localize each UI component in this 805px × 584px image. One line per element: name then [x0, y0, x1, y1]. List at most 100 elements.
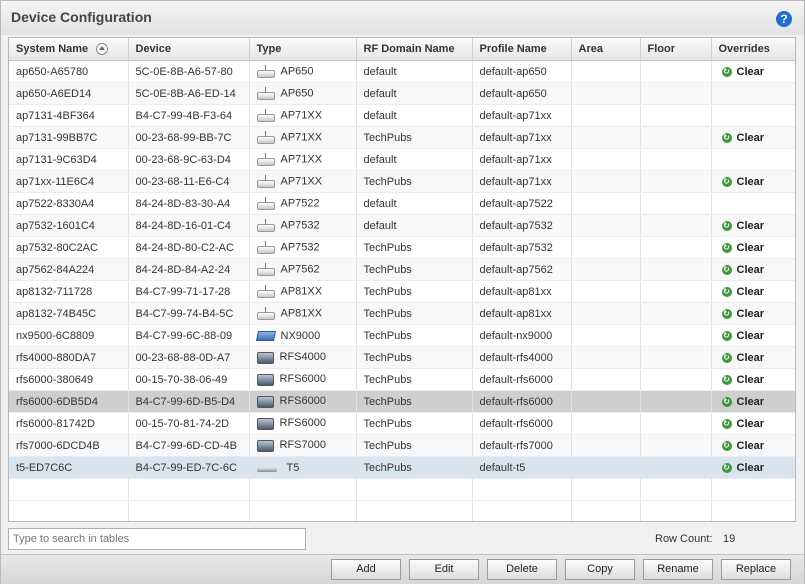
- column-header-profile-name[interactable]: Profile Name: [472, 38, 572, 61]
- cell-floor: [640, 170, 712, 193]
- clear-overrides-button[interactable]: ↻ Clear: [721, 220, 764, 232]
- table-row[interactable]: ap7532-80C2AC 84-24-8D-80-C2-AC AP7532 Tech…: [9, 236, 795, 259]
- clear-overrides-button[interactable]: ↻ Clear: [721, 132, 764, 144]
- column-header-rf-domain-name[interactable]: RF Domain Name: [356, 38, 473, 61]
- ap-icon: [256, 307, 275, 320]
- cell-area: [571, 302, 641, 325]
- clear-overrides-button[interactable]: ↻ Clear: [721, 308, 764, 320]
- page-title: Device Configuration: [11, 9, 152, 25]
- refresh-icon: ↻: [721, 331, 732, 341]
- edit-button[interactable]: Edit: [409, 559, 479, 580]
- add-button[interactable]: Add: [331, 559, 401, 580]
- cell-floor: [640, 324, 712, 347]
- table-row[interactable]: rfs4000-880DA7 00-23-68-88-0D-A7 RFS4000 Te…: [9, 346, 795, 369]
- search-input[interactable]: [8, 528, 306, 550]
- help-icon[interactable]: ?: [776, 11, 792, 27]
- table-row[interactable]: ap650-A6ED14 5C-0E-8B-A6-ED-14 AP650 defaul…: [9, 82, 795, 105]
- cell-type: RFS6000: [249, 368, 357, 391]
- clear-overrides-button[interactable]: ↻ Clear: [721, 418, 764, 430]
- empty-row: [9, 478, 795, 501]
- cell-device: B4-C7-99-4B-F3-64: [128, 104, 250, 127]
- table-row[interactable]: ap71xx-11E6C4 00-23-68-11-E6-C4 AP71XX Tech…: [9, 170, 795, 193]
- cell-overrides: ↻ Clear: [711, 214, 795, 237]
- clear-overrides-button[interactable]: ↻ Clear: [721, 264, 764, 276]
- ap-icon: [256, 219, 275, 232]
- cell-profile: default-nx9000: [472, 324, 572, 347]
- cell-type: AP7562: [249, 258, 357, 281]
- cell-rf-domain: TechPubs: [356, 126, 473, 149]
- cell-profile: default-ap7532: [472, 214, 572, 237]
- sort-ascending-icon[interactable]: [96, 43, 109, 56]
- column-header-overrides[interactable]: Overrides: [711, 38, 795, 61]
- clear-overrides-button[interactable]: ↻ Clear: [721, 462, 764, 474]
- nx-icon: [255, 330, 276, 341]
- cell-floor: [640, 258, 712, 281]
- cell-device: B4-C7-99-6C-88-09: [128, 324, 250, 347]
- cell-overrides: ↻ Clear: [711, 324, 795, 347]
- cell-floor: [640, 104, 712, 127]
- cell-area: [571, 214, 641, 237]
- cell-profile: default-ap71xx: [472, 170, 572, 193]
- table-row[interactable]: ap7532-1601C4 84-24-8D-16-01-C4 AP7532 defa…: [9, 214, 795, 237]
- cell-device: 00-23-68-9C-63-D4: [128, 148, 250, 171]
- title-bar: Device Configuration ?: [1, 1, 804, 35]
- refresh-icon: ↻: [721, 419, 732, 429]
- rfs-icon: [256, 417, 274, 430]
- clear-overrides-button[interactable]: ↻ Clear: [721, 396, 764, 408]
- clear-overrides-button[interactable]: ↻ Clear: [721, 286, 764, 298]
- table-row[interactable]: t5-ED7C6C B4-C7-99-ED-7C-6C T5 TechPubs defa…: [9, 456, 795, 479]
- cell-floor: [640, 412, 712, 435]
- refresh-icon: ↻: [721, 441, 732, 451]
- cell-rf-domain: default: [356, 60, 473, 83]
- cell-profile: default-rfs6000: [472, 368, 572, 391]
- table-row[interactable]: ap7562-84A224 84-24-8D-84-A2-24 AP7562 Tech…: [9, 258, 795, 281]
- table-row[interactable]: rfs6000-380649 00-15-70-38-06-49 RFS6000 Te…: [9, 368, 795, 391]
- cell-rf-domain: TechPubs: [356, 324, 473, 347]
- copy-button[interactable]: Copy: [565, 559, 635, 580]
- ap-icon: [256, 131, 275, 144]
- clear-overrides-button[interactable]: ↻ Clear: [721, 330, 764, 342]
- table-row[interactable]: rfs6000-81742D 00-15-70-81-74-2D RFS6000 Te…: [9, 412, 795, 435]
- replace-button[interactable]: Replace: [721, 559, 791, 580]
- cell-overrides: [711, 104, 795, 127]
- cell-rf-domain: default: [356, 82, 473, 105]
- rename-button[interactable]: Rename: [643, 559, 713, 580]
- cell-profile: default-ap7522: [472, 192, 572, 215]
- cell-rf-domain: TechPubs: [356, 368, 473, 391]
- cell-rf-domain: default: [356, 148, 473, 171]
- row-count-value: 19: [723, 533, 736, 545]
- refresh-icon: ↻: [721, 133, 732, 143]
- cell-area: [571, 170, 641, 193]
- column-header-type[interactable]: Type: [249, 38, 357, 61]
- cell-type: RFS7000: [249, 434, 357, 457]
- table-row[interactable]: ap650-A65780 5C-0E-8B-A6-57-80 AP650 defaul…: [9, 60, 795, 83]
- column-header-device[interactable]: Device: [128, 38, 250, 61]
- table-row[interactable]: ap8132-711728 B4-C7-99-71-17-28 AP81XX Tech…: [9, 280, 795, 303]
- column-header-system-name[interactable]: System Name: [9, 38, 129, 61]
- rfs-icon: [256, 439, 274, 452]
- table-row[interactable]: ap7131-9C63D4 00-23-68-9C-63-D4 AP71XX defa…: [9, 148, 795, 171]
- table-row[interactable]: ap8132-74B45C B4-C7-99-74-B4-5C AP81XX Tech…: [9, 302, 795, 325]
- column-header-area[interactable]: Area: [571, 38, 641, 61]
- clear-overrides-button[interactable]: ↻ Clear: [721, 66, 764, 78]
- cell-profile: default-rfs6000: [472, 390, 572, 413]
- clear-overrides-button[interactable]: ↻ Clear: [721, 242, 764, 254]
- table-row[interactable]: rfs6000-6DB5D4 B4-C7-99-6D-B5-D4 RFS6000 Te…: [9, 390, 795, 413]
- table-row[interactable]: nx9500-6C8809 B4-C7-99-6C-88-09 NX9000 Tech…: [9, 324, 795, 347]
- table-row[interactable]: ap7522-8330A4 84-24-8D-83-30-A4 AP7522 defa…: [9, 192, 795, 215]
- delete-button[interactable]: Delete: [487, 559, 557, 580]
- clear-overrides-button[interactable]: ↻ Clear: [721, 374, 764, 386]
- cell-overrides: ↻ Clear: [711, 390, 795, 413]
- clear-overrides-button[interactable]: ↻ Clear: [721, 176, 764, 188]
- cell-device: B4-C7-99-6D-B5-D4: [128, 390, 250, 413]
- clear-overrides-button[interactable]: ↻ Clear: [721, 440, 764, 452]
- table-row[interactable]: ap7131-99BB7C 00-23-68-99-BB-7C AP71XX Tech…: [9, 126, 795, 149]
- table-row[interactable]: ap7131-4BF364 B4-C7-99-4B-F3-64 AP71XX defa…: [9, 104, 795, 127]
- column-header-floor[interactable]: Floor: [640, 38, 712, 61]
- table-row[interactable]: rfs7000-6DCD4B B4-C7-99-6D-CD-4B RFS7000 Te…: [9, 434, 795, 457]
- cell-device: 00-15-70-38-06-49: [128, 368, 250, 391]
- cell-rf-domain: TechPubs: [356, 412, 473, 435]
- cell-area: [571, 60, 641, 83]
- clear-overrides-button[interactable]: ↻ Clear: [721, 352, 764, 364]
- cell-rf-domain: TechPubs: [356, 236, 473, 259]
